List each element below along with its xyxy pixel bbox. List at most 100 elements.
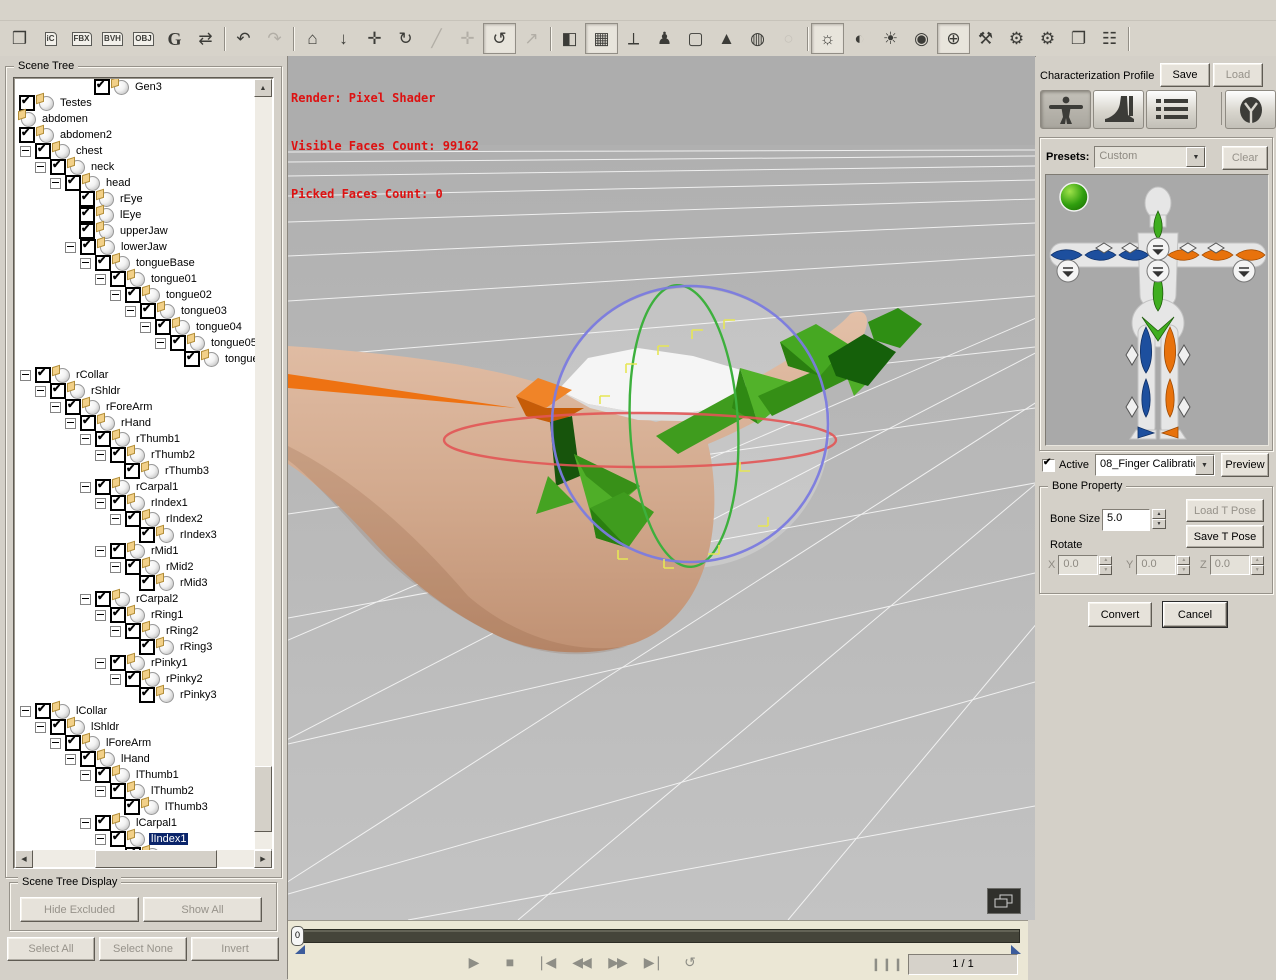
rotate-view-button[interactable]: ↺ [483,23,516,54]
tree-collapse-icon[interactable] [35,721,46,733]
invert-button[interactable]: Invert [191,937,279,961]
tree-checkbox[interactable] [79,222,95,239]
tree-checkbox[interactable] [110,606,126,623]
rotate-x-input[interactable]: 0.0 [1058,555,1099,575]
tree-collapse-icon[interactable] [20,705,31,717]
chevron-down-icon[interactable]: ▼ [1186,147,1206,167]
tree-checkbox[interactable] [95,430,111,447]
tree-checkbox[interactable] [125,510,141,527]
scene-tree-item[interactable]: rShldr [15,382,255,399]
tree-collapse-icon[interactable] [65,241,76,253]
tree-collapse-icon[interactable] [95,545,106,557]
contrast-toggle-button[interactable]: ◧ [554,24,585,53]
scene-tree-item[interactable]: lCarpal1 [15,814,255,831]
spin-down-icon[interactable]: ▼ [1250,565,1264,575]
load-profile-button[interactable]: Load [1213,63,1263,87]
tree-collapse-icon[interactable] [80,817,91,829]
toolbar-separator[interactable] [1125,24,1132,53]
active-checkbox[interactable] [1042,457,1055,472]
motion-dropdown[interactable]: 08_Finger Calibration ▼ [1094,454,1215,476]
menu-item[interactable] [22,7,40,13]
scene-tree-item[interactable]: rPinky2 [15,670,255,687]
cancel-button[interactable]: Cancel [1162,601,1228,628]
scene-tree-item[interactable]: lHand [15,750,255,767]
tree-checkbox[interactable] [65,174,81,191]
rotate-x-stepper[interactable]: ▲ ▼ [1099,555,1113,575]
scene-tree-item[interactable]: tongue02 [15,286,255,303]
tree-collapse-icon[interactable] [110,673,121,685]
tree-collapse-icon[interactable] [50,737,61,749]
move-all-button[interactable]: ✛ [452,24,483,53]
tree-collapse-icon[interactable] [50,177,61,189]
tree-collapse-icon[interactable] [95,833,106,845]
scene-tree-item[interactable]: lIndex1 [15,830,255,847]
scene-tree-item[interactable]: rRing2 [15,622,255,639]
go-to-end-button[interactable]: ▶❘ [640,951,666,973]
redo-button[interactable]: ↷ [259,24,290,53]
scroll-right-icon[interactable]: ▶ [254,850,272,868]
move-tool-button[interactable]: ✛ [359,24,390,53]
shop-cart-button[interactable]: ☷ [1094,24,1125,53]
scene-tree-item[interactable]: rIndex3 [15,526,255,543]
tree-collapse-icon[interactable] [80,481,91,493]
scene-tree-item[interactable]: head [15,174,255,191]
scene-tree-item[interactable]: rCarpal1 [15,478,255,495]
rotate-z-input[interactable]: 0.0 [1209,555,1250,575]
viewport-restore-button[interactable] [987,888,1021,914]
tree-collapse-icon[interactable] [95,785,106,797]
export-button[interactable]: ⇄ [190,24,221,53]
scrollbar-thumb[interactable] [254,766,272,832]
play-button[interactable]: ▶ [460,951,486,973]
load-t-pose-button[interactable]: Load T Pose [1186,499,1264,522]
tree-checkbox[interactable] [50,718,66,735]
spin-up-icon[interactable]: ▲ [1250,555,1264,565]
scene-tree-item[interactable]: lCollar [15,702,255,719]
menu-item[interactable] [40,7,58,13]
shade-sphere-button[interactable]: ○ [773,24,804,53]
camera-light-button[interactable]: ◐ [844,24,875,53]
scene-tree-item[interactable]: chest [15,142,255,159]
tree-collapse-icon[interactable] [65,753,76,765]
tab-bone-list[interactable] [1146,90,1197,129]
menu-item[interactable] [58,7,76,13]
go-to-start-button[interactable]: ❘◀ [532,951,558,973]
import-iclone-button[interactable]: iC [35,24,66,53]
settings-wrench-button[interactable]: ⚒ [970,24,1001,53]
scene-tree-item[interactable]: lShldr [15,718,255,735]
scene-tree-item[interactable]: rRing1 [15,606,255,623]
gear-update-button[interactable]: ⚙ [1032,24,1063,53]
tree-checkbox[interactable] [110,782,126,799]
tree-collapse-icon[interactable] [80,433,91,445]
tree-checkbox[interactable] [139,638,155,655]
tree-checkbox[interactable] [110,446,126,463]
scene-tree-item[interactable]: rCollar [15,366,255,383]
tree-collapse-icon[interactable] [110,289,121,301]
tree-collapse-icon[interactable] [125,305,136,317]
tree-checkbox[interactable] [110,654,126,671]
tree-collapse-icon[interactable] [155,337,166,349]
tree-checkbox[interactable] [139,526,155,543]
import-bvh-button[interactable]: BVH [97,24,128,53]
tree-collapse-icon[interactable] [35,161,46,173]
loop-button[interactable]: ↺ [676,951,702,973]
grid-sphere-button[interactable]: ⊕ [937,23,970,54]
tab-body-mapping[interactable] [1040,90,1091,129]
preview-button[interactable]: Preview [1220,453,1269,477]
tree-checkbox[interactable] [125,622,141,639]
tree-checkbox[interactable] [50,158,66,175]
save-t-pose-button[interactable]: Save T Pose [1186,525,1264,548]
import-fbx-button[interactable]: FBX [66,24,97,53]
tree-vertical-scrollbar[interactable]: ▲ ▼ [254,79,272,867]
spin-down-icon[interactable]: ▼ [1177,565,1191,575]
tree-checkbox[interactable] [110,494,126,511]
scene-tree-item[interactable]: rMid2 [15,558,255,575]
open-file-button[interactable]: ❒ [4,24,35,53]
scene-tree-item[interactable]: rThumb2 [15,446,255,463]
range-start-marker[interactable] [295,945,305,954]
scrollbar-thumb[interactable] [95,850,217,868]
tree-collapse-icon[interactable] [35,385,46,397]
tree-checkbox[interactable] [19,94,35,111]
timeline-handle[interactable]: 0 [291,926,304,946]
scene-tree-item[interactable]: neck [15,158,255,175]
figure-display-button[interactable]: ♟ [649,24,680,53]
